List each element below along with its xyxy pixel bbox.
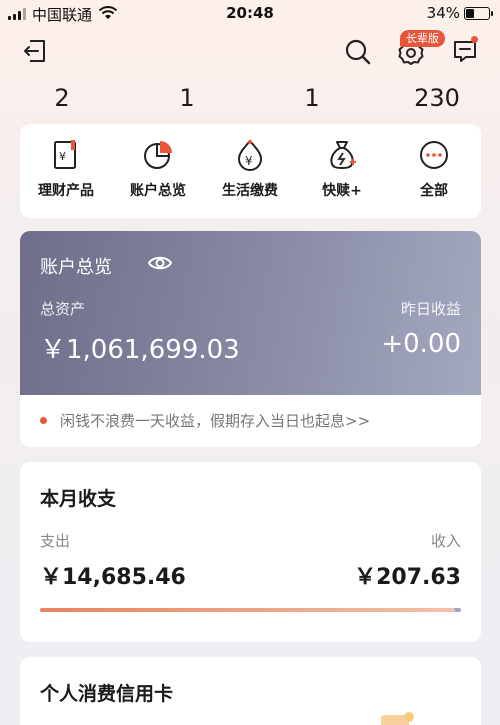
- quick-action-account-overview[interactable]: 账户总览: [112, 138, 204, 200]
- unread-dot: [471, 36, 478, 43]
- count-4[interactable]: 230: [397, 84, 477, 112]
- quick-action-finance-products[interactable]: ¥ 理财产品: [20, 138, 112, 200]
- promo-notice[interactable]: 闲钱不浪费一天收益，假期存入当日也起息>>: [20, 395, 481, 447]
- yesterday-earnings-label: 昨日收益: [400, 300, 461, 318]
- monthly-title: 本月收支: [40, 488, 117, 510]
- money-bag-icon: [330, 141, 356, 170]
- quick-action-life-payment[interactable]: ¥ 生活缴费: [204, 138, 296, 200]
- overview-title: 账户总览: [40, 257, 112, 278]
- account-overview-card[interactable]: 账户总览 总资产 昨日收益 ￥1,061,699.03 +0.00: [20, 231, 481, 395]
- monthly-summary-card[interactable]: 本月收支 支出 收入 ￥14,685.46 ￥207.63: [20, 462, 481, 642]
- credit-title: 个人消费信用卡: [40, 683, 174, 705]
- top-nav: 长辈版: [0, 30, 500, 74]
- battery-icon: [464, 7, 493, 20]
- yesterday-earnings-value: +0.00: [381, 329, 461, 359]
- back-icon[interactable]: [22, 38, 48, 64]
- income-label: 收入: [430, 532, 461, 550]
- pie-chart-icon: [144, 141, 172, 169]
- quick-action-label: 快赎+: [322, 183, 362, 199]
- count-2[interactable]: 1: [147, 84, 227, 112]
- notice-bullet: [40, 417, 47, 424]
- yen-drop-icon: ¥: [237, 139, 263, 171]
- income-value: ￥207.63: [354, 565, 461, 590]
- credit-card-section[interactable]: 个人消费信用卡: [20, 657, 481, 725]
- card-illustration-icon: [381, 712, 414, 725]
- quick-action-all[interactable]: 全部: [388, 138, 480, 200]
- expense-fill: [40, 608, 456, 612]
- quick-action-label: 账户总览: [130, 183, 186, 199]
- count-3[interactable]: 1: [272, 84, 352, 112]
- finance-product-icon: ¥: [54, 140, 76, 169]
- expense-label: 支出: [40, 532, 71, 550]
- total-assets-label: 总资产: [40, 300, 86, 318]
- svg-text:¥: ¥: [59, 150, 66, 163]
- quick-action-label: 理财产品: [38, 183, 94, 199]
- expense-income-ratio-bar: [40, 608, 461, 612]
- quick-actions: ¥ 理财产品 账户总览 ¥ 生活缴费 快赎+ 全部: [20, 124, 481, 218]
- search-icon[interactable]: [344, 38, 372, 66]
- elder-mode-badge[interactable]: 长辈版: [400, 30, 445, 47]
- quick-action-quick-redeem[interactable]: 快赎+: [296, 138, 388, 200]
- eye-icon[interactable]: [148, 253, 172, 273]
- battery-percent: 34%: [426, 4, 460, 22]
- more-icon: [420, 141, 448, 169]
- status-bar: 中国联通 20:48 34%: [0, 0, 500, 28]
- clock: 20:48: [226, 4, 274, 22]
- svg-text:¥: ¥: [245, 154, 253, 168]
- quick-action-label: 生活缴费: [222, 183, 278, 199]
- summary-counts: 2 1 1 230: [0, 84, 500, 114]
- count-1[interactable]: 2: [22, 84, 102, 112]
- total-assets-value: ￥1,061,699.03: [40, 335, 240, 365]
- notice-text: 闲钱不浪费一天收益，假期存入当日也起息>>: [60, 412, 371, 430]
- expense-value: ￥14,685.46: [40, 565, 186, 590]
- quick-action-label: 全部: [420, 183, 448, 199]
